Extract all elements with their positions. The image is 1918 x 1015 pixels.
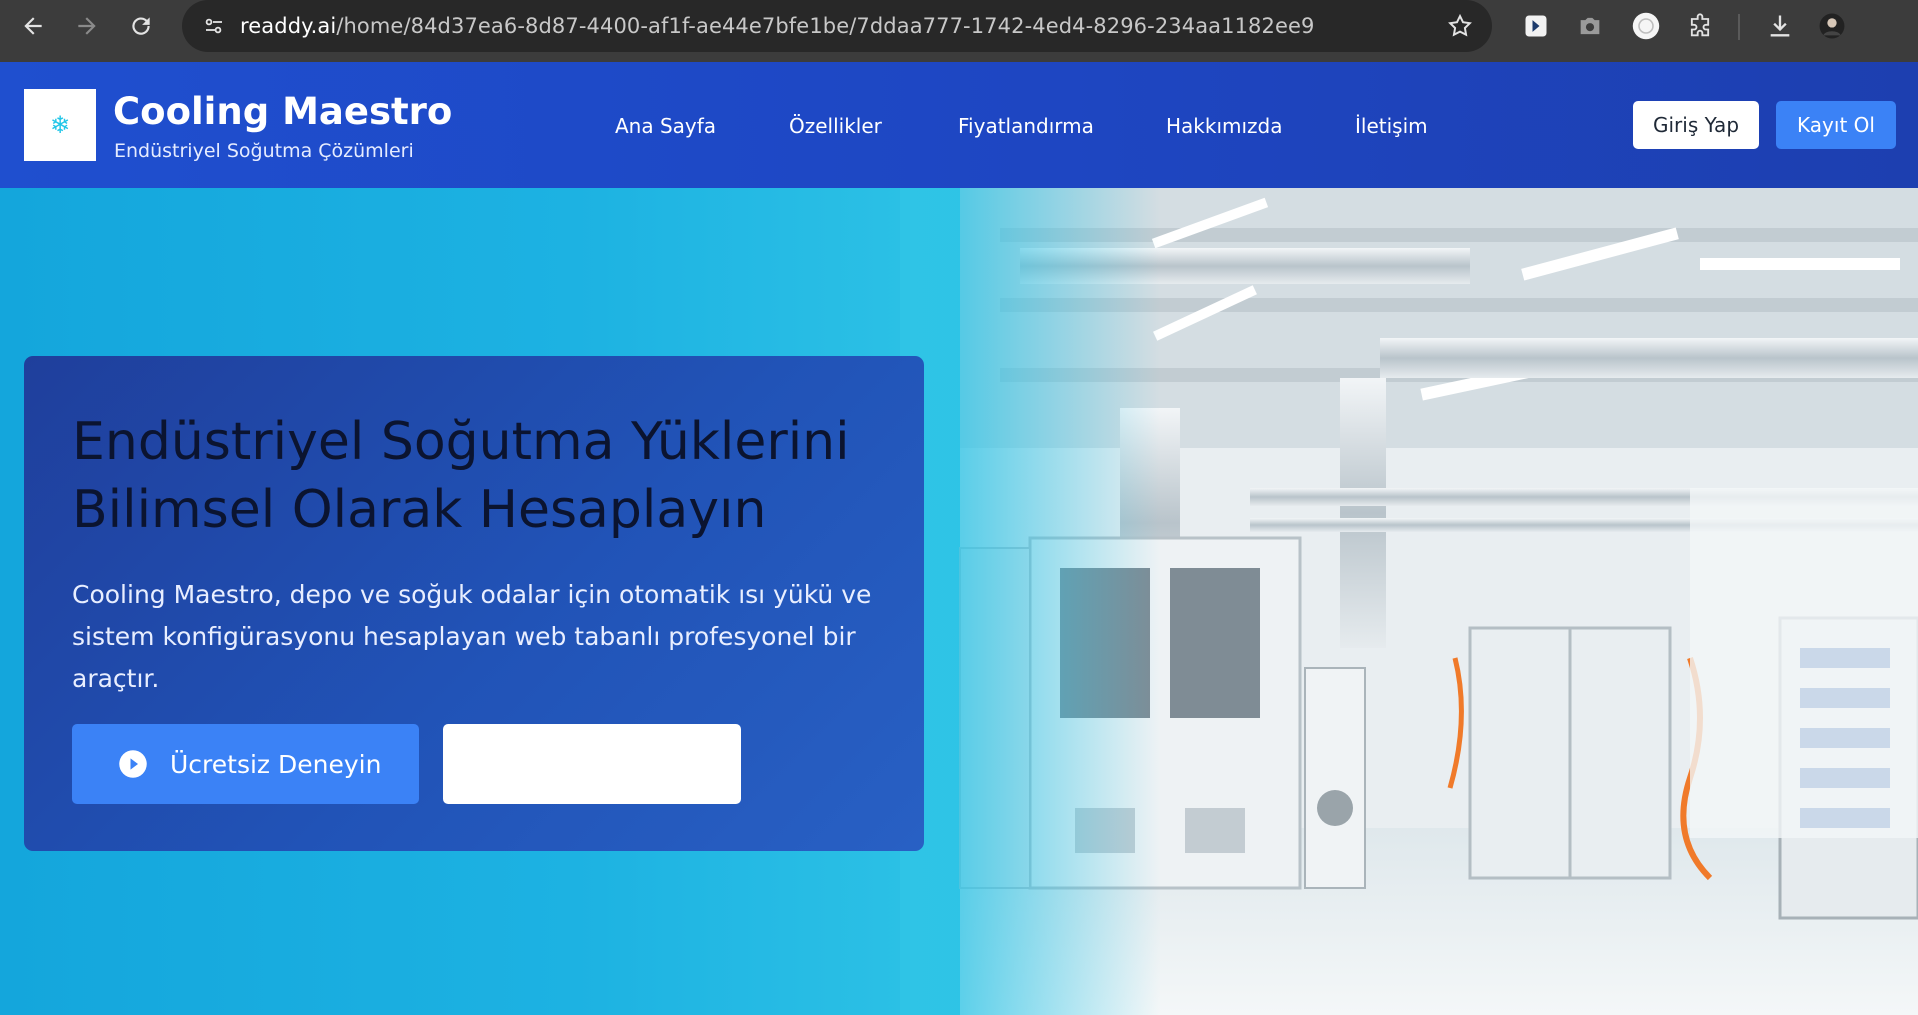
url-path: /home/84d37ea6-8d87-4400-af1f-ae44e7bfe1…	[336, 14, 1315, 38]
bookmark-star-icon[interactable]	[1446, 12, 1474, 40]
nav-link-contact[interactable]: İletişim	[1355, 114, 1428, 138]
browser-toolbar: readdy.ai/home/84d37ea6-8d87-4400-af1f-a…	[0, 0, 1918, 62]
avatar-icon	[1819, 13, 1845, 39]
logo[interactable]: ❄	[24, 89, 96, 161]
site-settings-button[interactable]	[188, 0, 240, 52]
camera-button[interactable]	[1572, 8, 1608, 44]
profile-circle-button[interactable]	[1628, 8, 1664, 44]
brand-subtitle: Endüstriyel Soğutma Çözümleri	[114, 140, 414, 162]
profile-circle-icon	[1632, 12, 1660, 40]
reload-button[interactable]	[114, 0, 168, 52]
back-icon	[24, 17, 42, 35]
download-icon	[1770, 15, 1790, 37]
login-button[interactable]: Giriş Yap	[1633, 101, 1759, 149]
back-button[interactable]	[6, 0, 60, 52]
camera-icon	[1580, 17, 1600, 35]
hero-title-line-1: Endüstriyel Soğutma Yüklerini	[72, 412, 850, 472]
site-header: ❄ Cooling Maestro Endüstriyel Soğutma Çö…	[0, 62, 1918, 188]
hero-title: Endüstriyel Soğutma Yüklerini Bilimsel O…	[72, 408, 892, 544]
nav-link-about[interactable]: Hakkımızda	[1166, 114, 1283, 138]
nav-link-pricing[interactable]: Fiyatlandırma	[958, 114, 1094, 138]
snowflake-icon: ❄	[49, 111, 71, 139]
play-circle-icon	[119, 750, 147, 778]
download-button[interactable]	[1762, 8, 1798, 44]
forward-button[interactable]	[60, 0, 114, 52]
account-button[interactable]	[1814, 8, 1850, 44]
hero-description: Cooling Maestro, depo ve soğuk odalar iç…	[72, 580, 872, 693]
toolbar-separator	[1738, 14, 1740, 40]
hero-title-line-2: Bilimsel Olarak Hesaplayın	[72, 480, 767, 540]
extension-button[interactable]	[1518, 8, 1554, 44]
hero-section: Endüstriyel Soğutma Yüklerini Bilimsel O…	[0, 188, 1918, 1015]
site-settings-icon	[205, 18, 222, 34]
extension-icon	[1525, 15, 1547, 37]
forward-icon	[78, 17, 96, 35]
puzzle-icon	[1690, 13, 1710, 37]
extensions-button[interactable]	[1682, 8, 1718, 44]
free-trial-label: Ücretsiz Deneyin	[170, 749, 382, 779]
reload-icon	[132, 17, 150, 35]
secondary-cta-button[interactable]	[443, 724, 741, 804]
nav-link-features[interactable]: Özellikler	[789, 114, 882, 138]
free-trial-button[interactable]: Ücretsiz Deneyin	[72, 724, 419, 804]
url-host: readdy.ai	[240, 14, 337, 38]
signup-button[interactable]: Kayıt Ol	[1776, 101, 1896, 149]
hero-card: Endüstriyel Soğutma Yüklerini Bilimsel O…	[24, 356, 924, 851]
url-text[interactable]: readdy.ai/home/84d37ea6-8d87-4400-af1f-a…	[240, 14, 1314, 38]
brand-name[interactable]: Cooling Maestro	[113, 90, 452, 133]
nav-link-home[interactable]: Ana Sayfa	[615, 114, 716, 138]
address-bar[interactable]: readdy.ai/home/84d37ea6-8d87-4400-af1f-a…	[182, 0, 1492, 52]
